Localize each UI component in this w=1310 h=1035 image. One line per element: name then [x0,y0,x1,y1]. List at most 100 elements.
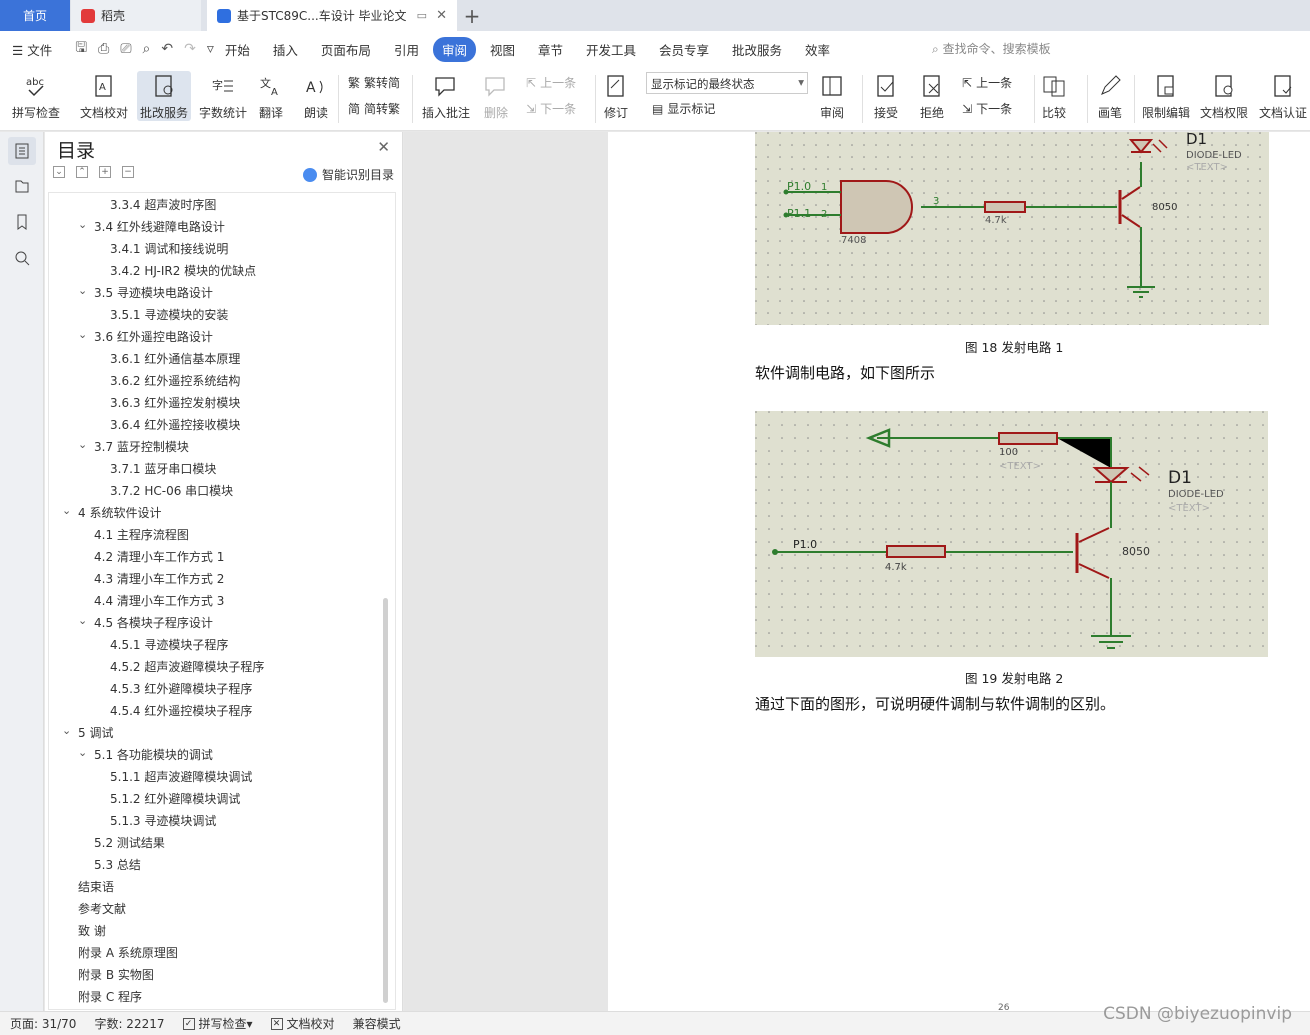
next-comment-button[interactable]: ⇲ 下一条 [526,100,576,117]
toc-item[interactable]: 5.3 总结 [94,856,141,873]
toc-item[interactable]: 4.5.3 红外避障模块子程序 [110,680,252,697]
toc-item[interactable]: ⌄ 4.5 各模块子程序设计 [78,614,213,631]
menu-insert[interactable]: 插入 [273,40,298,59]
word-count-indicator[interactable]: 字数: 22217 [94,1015,164,1032]
word-count-button[interactable]: 字字数统计 [199,71,247,121]
menu-review[interactable]: 审阅 [432,36,476,62]
undo-icon[interactable]: ↶ [161,41,173,57]
toc-item[interactable]: 附录 B 实物图 [78,966,154,983]
toc-item[interactable]: 3.5.1 寻迹模块的安装 [110,306,228,323]
toc-item[interactable]: 3.6.3 红外遥控发射模块 [110,394,240,411]
prev-change-button[interactable]: ⇱ 上一条 [962,74,1012,91]
toc-item[interactable]: 附录 A 系统原理图 [78,944,178,961]
toc-item[interactable]: 附录 C 程序 [78,988,142,1005]
toc-item[interactable]: 4.5.1 寻迹模块子程序 [110,636,228,653]
delete-comment-button[interactable]: 删除 [482,71,510,121]
tab-home[interactable]: 首页 [0,0,70,31]
chevron-down-icon[interactable]: ⌄ [78,328,87,341]
proofread-toggle[interactable]: ✕ 文档校对 [270,1015,335,1032]
toc-item[interactable]: 3.6.2 红外遥控系统结构 [110,372,240,389]
toc-item[interactable]: 4.4 清理小车工作方式 3 [94,592,224,609]
chevron-down-icon[interactable]: ⌄ [78,284,87,297]
toc-item[interactable]: ⌄ 5.1 各功能模块的调试 [78,746,213,763]
bookmark-icon[interactable] [8,208,36,236]
toc-item[interactable]: 4.5.4 红外遥控模块子程序 [110,702,252,719]
smart-toc-button[interactable]: 智能识别目录 [302,166,394,183]
toc-item[interactable]: 3.4.1 调试和接线说明 [110,240,228,257]
prev-comment-button[interactable]: ⇱ 上一条 [526,74,576,91]
pen-button[interactable]: 画笔 [1096,71,1124,121]
toc-item[interactable]: 5.2 测试结果 [94,834,165,851]
menu-devtools[interactable]: 开发工具 [586,40,636,59]
chevron-down-icon[interactable]: ⌄ [78,438,87,451]
toc-item[interactable]: ⌄ 4 系统软件设计 [62,504,161,521]
toc-item[interactable]: 5.1.2 红外避障模块调试 [110,790,240,807]
proofread-button[interactable]: A 文档校对 [80,71,128,121]
close-tab-icon[interactable]: ✕ [436,8,447,23]
chevron-down-icon[interactable]: ⌄ [78,218,87,231]
toc-scrollbar[interactable] [383,598,388,1003]
trad-to-simp-button[interactable]: 繁繁转简 [348,74,400,91]
monitor-icon[interactable]: ▭ [417,9,427,22]
menu-correct-service[interactable]: 批改服务 [732,40,782,59]
chapter-nav-icon[interactable] [8,172,36,200]
more-icon[interactable]: ▿ [207,41,214,57]
correction-service-button[interactable]: 批改服务 [137,71,192,121]
new-tab-button[interactable]: + [457,0,487,31]
toc-item[interactable]: 3.4.2 HJ-IR2 模块的优缺点 [110,262,256,279]
menu-reference[interactable]: 引用 [394,40,419,59]
toc-item[interactable]: ⌄ 5 调试 [62,724,113,741]
toc-item[interactable]: 3.3.4 超声波时序图 [110,196,216,213]
toc-item[interactable]: 参考文献 [78,900,126,917]
compare-button[interactable]: 比较 [1040,71,1068,121]
spell-check-toggle[interactable]: ✓ 拼写检查 ▾ [182,1015,253,1032]
menu-efficiency[interactable]: 效率 [805,40,830,59]
menu-layout[interactable]: 页面布局 [321,40,371,59]
toc-item[interactable]: 3.7.2 HC-06 串口模块 [110,482,233,499]
menu-view[interactable]: 视图 [490,40,515,59]
toc-item[interactable]: 3.7.1 蓝牙串口模块 [110,460,216,477]
collapse-all-icon[interactable]: − [122,166,134,178]
toc-item[interactable]: 4.2 清理小车工作方式 1 [94,548,224,565]
toc-item[interactable]: 3.6.4 红外遥控接收模块 [110,416,240,433]
command-search[interactable]: ⌕ 查找命令、搜索模板 [932,40,1051,57]
print-icon[interactable]: ⎚ [120,41,131,57]
save-icon[interactable]: 🖫 [75,37,87,61]
toc-panel-icon[interactable] [8,137,36,165]
toc-item[interactable]: 致 谢 [78,922,106,939]
simp-to-trad-button[interactable]: 简简转繁 [348,100,400,117]
restrict-editing-button[interactable]: 限制编辑 [1142,71,1190,121]
redo-icon[interactable]: ↷ [184,41,196,57]
toc-item[interactable]: ⌄ 3.4 红外线避障电路设计 [78,218,225,235]
reject-button[interactable]: 拒绝 [918,71,946,121]
toc-item[interactable]: 4.3 清理小车工作方式 2 [94,570,224,587]
toc-item[interactable]: 3.6.1 红外通信基本原理 [110,350,240,367]
markup-display-select[interactable]: 显示标记的最终状态 [646,72,808,94]
expand-all-icon[interactable]: + [99,166,111,178]
toc-item[interactable]: 5.1.3 寻迹模块调试 [110,812,216,829]
tab-daoke[interactable]: 稻壳 [71,0,201,31]
spell-check-button[interactable]: abc 拼写检查 [12,71,60,121]
next-change-button[interactable]: ⇲ 下一条 [962,100,1012,117]
file-menu[interactable]: ☰ 文件 [12,40,52,59]
preview-icon[interactable]: ⌕ [143,41,151,57]
toc-item[interactable]: 5.1.1 超声波避障模块调试 [110,768,252,785]
toc-item[interactable]: 4.1 主程序流程图 [94,526,189,543]
read-aloud-button[interactable]: A 朗读 [302,71,330,121]
toc-item[interactable]: 4.5.2 超声波避障模块子程序 [110,658,264,675]
toc-item[interactable]: ⌄ 3.6 红外遥控电路设计 [78,328,213,345]
tab-document[interactable]: 基于STC89C...车设计 毕业论文 ▭ ✕ [207,0,457,31]
accept-button[interactable]: 接受 [872,71,900,121]
menu-member[interactable]: 会员专享 [659,40,709,59]
search-panel-icon[interactable] [8,244,36,272]
review-pane-button[interactable]: 审阅 [818,71,846,121]
show-markup-button[interactable]: ▤ 显示标记 [652,100,715,117]
toc-item[interactable]: ⌄ 3.5 寻迹模块电路设计 [78,284,213,301]
page-indicator[interactable]: 页面: 31/70 [10,1015,76,1032]
insert-comment-button[interactable]: 插入批注 [422,71,470,121]
chevron-down-icon[interactable]: ⌄ [62,724,71,737]
export-icon[interactable]: ⎙ [98,41,109,57]
collapse-level-icon[interactable]: ⌃ [76,166,88,178]
toc-item[interactable]: 结束语 [78,878,114,895]
track-changes-button[interactable]: 修订 [602,71,630,121]
